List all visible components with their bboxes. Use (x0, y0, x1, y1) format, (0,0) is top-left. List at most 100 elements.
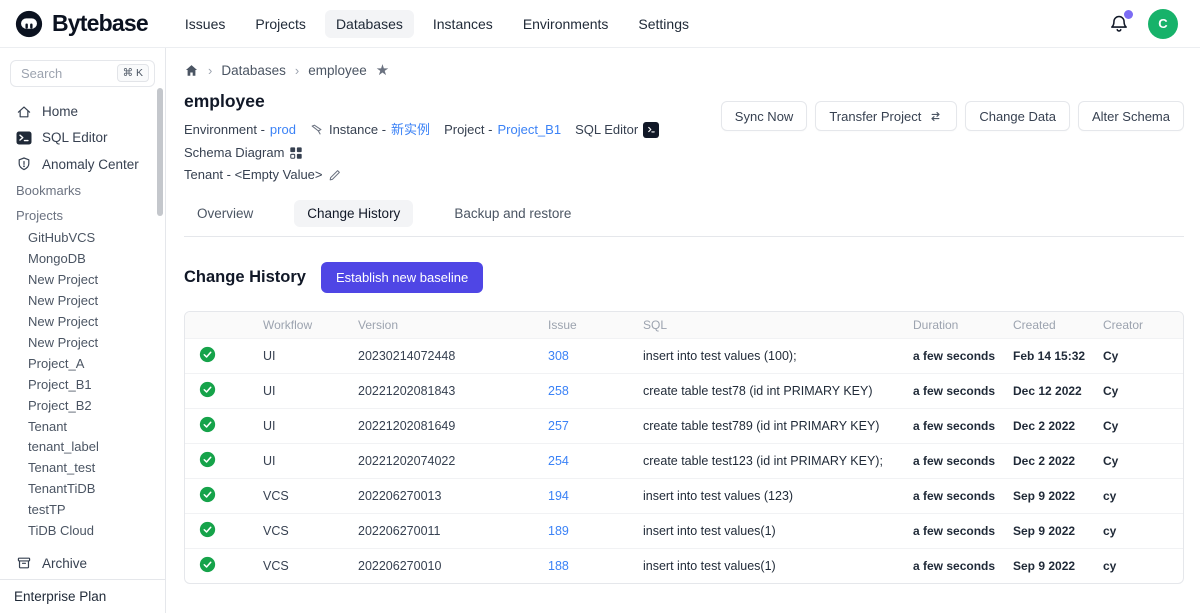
breadcrumb-employee[interactable]: employee (308, 63, 367, 78)
workflow-cell: VCS (255, 514, 350, 549)
sidebar-project-item[interactable]: New Project (0, 290, 165, 311)
success-check-icon (199, 486, 216, 503)
breadcrumb-home-icon[interactable] (184, 63, 199, 78)
sidebar-project-item[interactable]: New Project (0, 311, 165, 332)
created-cell: Dec 2 2022 (1005, 409, 1095, 444)
issue-link[interactable]: 308 (548, 349, 569, 363)
meta-instance: Instance - 新实例 (310, 120, 430, 139)
issue-link[interactable]: 254 (548, 454, 569, 468)
creator-cell: cy (1095, 514, 1183, 549)
sidebar-item-archive[interactable]: Archive (0, 547, 165, 579)
meta-sql-editor[interactable]: SQL Editor (575, 120, 659, 139)
created-cell: Dec 12 2022 (1005, 374, 1095, 409)
search-input[interactable]: Search ⌘ K (10, 60, 155, 87)
schema-diagram-icon (289, 146, 303, 160)
breadcrumb-separator: › (208, 63, 212, 78)
col-version: Version (350, 312, 540, 339)
sidebar-project-item[interactable]: Tenant (0, 416, 165, 437)
sidebar-item-sql-editor[interactable]: SQL Editor (0, 125, 165, 151)
creator-cell: Cy (1095, 374, 1183, 409)
nav-item[interactable]: Issues (174, 10, 236, 38)
created-cell: Sep 9 2022 (1005, 514, 1095, 549)
created-cell: Feb 14 15:32 (1005, 339, 1095, 374)
sidebar-project-item[interactable]: New Project (0, 332, 165, 353)
page-header: employee Environment - prod (184, 91, 1184, 184)
bookmark-star-icon[interactable]: ★ (376, 63, 389, 78)
sidebar-project-item[interactable]: New Project (0, 269, 165, 290)
change-data-button[interactable]: Change Data (965, 101, 1070, 131)
sidebar-project-item[interactable]: MongoDB (0, 248, 165, 269)
sync-now-button[interactable]: Sync Now (721, 101, 808, 131)
sidebar-item-anomaly-center[interactable]: Anomaly Center (0, 151, 165, 177)
nav-item[interactable]: Environments (512, 10, 620, 38)
breadcrumb-databases[interactable]: Databases (221, 63, 286, 78)
success-check-icon (199, 451, 216, 468)
sql-editor-badge-icon (643, 122, 659, 138)
tab[interactable]: Change History (294, 200, 413, 227)
sidebar-project-item[interactable]: tenant_label (0, 436, 165, 457)
project-link[interactable]: Project_B1 (497, 120, 561, 139)
breadcrumb-separator: › (295, 63, 299, 78)
sidebar-item-home[interactable]: Home (0, 99, 165, 125)
database-meta: Environment - prod Instance - 新实例 (184, 120, 721, 184)
alter-schema-button[interactable]: Alter Schema (1078, 101, 1184, 131)
issue-link[interactable]: 257 (548, 419, 569, 433)
environment-link[interactable]: prod (270, 120, 296, 139)
table-row[interactable]: UI 20221202081843 258 create table test7… (185, 374, 1183, 409)
nav-item[interactable]: Settings (627, 10, 700, 38)
project-label: Project - (444, 120, 492, 139)
main-content: › Databases › employee ★ employee Enviro… (166, 48, 1200, 613)
sql-cell: insert into test values (123) (635, 479, 905, 514)
table-row[interactable]: VCS 202206270013 194 insert into test va… (185, 479, 1183, 514)
success-check-icon (199, 521, 216, 538)
sidebar-project-item[interactable]: GitHubVCS (0, 227, 165, 248)
tab[interactable]: Backup and restore (441, 200, 584, 227)
instance-link[interactable]: 新实例 (391, 120, 430, 139)
table-row[interactable]: VCS 202206270011 189 insert into test va… (185, 514, 1183, 549)
workflow-cell: UI (255, 444, 350, 479)
sidebar-project-item[interactable]: Project_B2 (0, 395, 165, 416)
sidebar-project-item[interactable]: Project_B1 (0, 374, 165, 395)
action-buttons: Sync Now Transfer Project Change Data Al… (721, 101, 1184, 131)
sidebar-scrollbar[interactable] (157, 88, 163, 216)
nav-item[interactable]: Databases (325, 10, 414, 38)
enterprise-plan-link[interactable]: Enterprise Plan (0, 579, 165, 613)
col-sql: SQL (635, 312, 905, 339)
creator-cell: Cy (1095, 409, 1183, 444)
table-row[interactable]: UI 20230214072448 308 insert into test v… (185, 339, 1183, 374)
section-title: Change History (184, 268, 306, 287)
nav-item[interactable]: Projects (244, 10, 317, 38)
sidebar-project-item[interactable]: Project_A (0, 353, 165, 374)
instance-engine-icon (310, 123, 324, 137)
issue-link[interactable]: 188 (548, 559, 569, 573)
transfer-project-button[interactable]: Transfer Project (815, 101, 957, 131)
table-row[interactable]: UI 20221202081649 257 create table test7… (185, 409, 1183, 444)
meta-schema-diagram[interactable]: Schema Diagram (184, 143, 303, 162)
establish-baseline-button[interactable]: Establish new baseline (321, 262, 483, 293)
user-avatar[interactable]: C (1148, 9, 1178, 39)
version-cell: 20221202074022 (350, 444, 540, 479)
sidebar-item-label: SQL Editor (42, 130, 108, 145)
change-history-table: Workflow Version Issue SQL Duration Crea… (184, 311, 1184, 584)
archive-icon (16, 555, 32, 571)
sidebar-project-item[interactable]: TenantTiDB (0, 478, 165, 499)
table-row[interactable]: VCS 202206270010 188 insert into test va… (185, 549, 1183, 584)
sql-cell: insert into test values(1) (635, 514, 905, 549)
sidebar-project-item[interactable]: Tenant_test (0, 457, 165, 478)
col-creator: Creator (1095, 312, 1183, 339)
workflow-cell: UI (255, 339, 350, 374)
bytebase-logo[interactable]: Bytebase (14, 9, 148, 39)
tenant-edit-pencil-icon[interactable] (328, 168, 342, 182)
transfer-arrows-icon (928, 109, 943, 124)
issue-link[interactable]: 189 (548, 524, 569, 538)
table-row[interactable]: UI 20221202074022 254 create table test1… (185, 444, 1183, 479)
sidebar-project-item[interactable]: TiDB Cloud (0, 520, 165, 541)
duration-cell: a few seconds (905, 374, 1005, 409)
issue-link[interactable]: 258 (548, 384, 569, 398)
nav-item[interactable]: Instances (422, 10, 504, 38)
tab[interactable]: Overview (184, 200, 266, 227)
sidebar-project-item[interactable]: testTP (0, 499, 165, 520)
sql-cell: create table test789 (id int PRIMARY KEY… (635, 409, 905, 444)
notification-bell-icon[interactable] (1108, 13, 1130, 35)
issue-link[interactable]: 194 (548, 489, 569, 503)
